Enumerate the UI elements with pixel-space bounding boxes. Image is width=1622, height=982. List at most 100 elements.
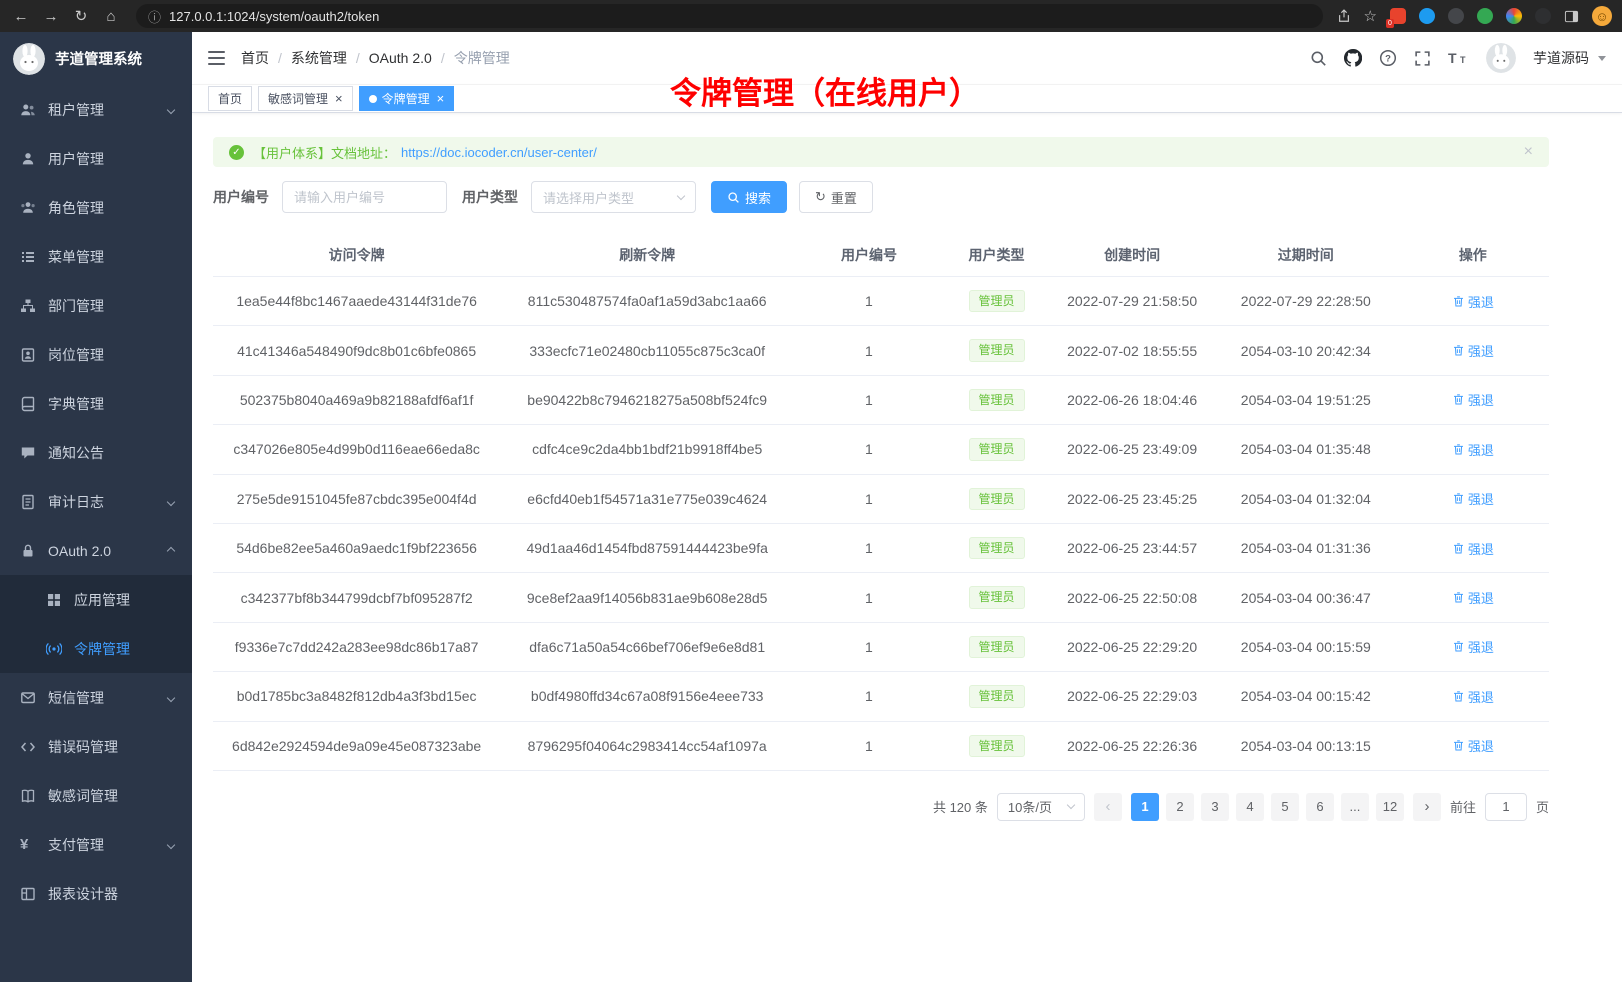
- force-logout-button[interactable]: 强退: [1452, 489, 1494, 508]
- extension-paw-icon[interactable]: [1535, 8, 1551, 24]
- cell-user-type: 管理员: [944, 277, 1050, 326]
- hamburger-icon[interactable]: [208, 51, 225, 65]
- close-icon[interactable]: ×: [437, 92, 445, 105]
- page-button-6[interactable]: 6: [1306, 793, 1334, 821]
- force-logout-label: 强退: [1468, 489, 1494, 508]
- cell-access-token: 41c41346a548490f9dc8b01c6bfe0865: [213, 326, 500, 375]
- page-button-4[interactable]: 4: [1236, 793, 1264, 821]
- force-logout-button[interactable]: 强退: [1452, 687, 1494, 706]
- sidebar-item-oauth2-app[interactable]: 应用管理: [0, 575, 192, 624]
- sidebar-item-label: 角色管理: [48, 198, 104, 218]
- user-type-select[interactable]: 请选择用户类型: [531, 181, 696, 213]
- sidebar-item-post[interactable]: 岗位管理: [0, 330, 192, 379]
- sidebar-item-oauth2-token[interactable]: 令牌管理: [0, 624, 192, 673]
- sidebar-item-report-designer[interactable]: 报表设计器: [0, 869, 192, 918]
- user-avatar[interactable]: [1486, 43, 1516, 73]
- topbar: 首页/系统管理/OAuth 2.0/令牌管理 ? TT: [192, 32, 1622, 85]
- fullscreen-icon[interactable]: [1414, 50, 1431, 67]
- search-button[interactable]: 搜索: [711, 181, 787, 213]
- sidebar-item-menu[interactable]: 菜单管理: [0, 232, 192, 281]
- sidebar-item-user[interactable]: 用户管理: [0, 134, 192, 183]
- sidebar-item-audit-log[interactable]: 审计日志: [0, 477, 192, 526]
- search-icon[interactable]: [1310, 50, 1327, 67]
- sidebar-item-error-code[interactable]: 错误码管理: [0, 722, 192, 771]
- breadcrumb-system[interactable]: 系统管理: [291, 48, 347, 68]
- home-icon[interactable]: ⌂: [100, 8, 122, 25]
- extension-colorful-icon[interactable]: [1506, 8, 1522, 24]
- force-logout-button[interactable]: 强退: [1452, 341, 1494, 360]
- sidebar-item-pay[interactable]: ¥支付管理: [0, 820, 192, 869]
- back-icon[interactable]: ←: [10, 8, 32, 25]
- close-icon[interactable]: ×: [335, 92, 343, 105]
- tab-sensitive-word[interactable]: 敏感词管理×: [258, 86, 353, 111]
- reload-icon[interactable]: ↻: [70, 7, 92, 25]
- user-id-label: 用户编号: [213, 187, 269, 207]
- page-button-2[interactable]: 2: [1166, 793, 1194, 821]
- cell-user-type: 管理员: [944, 721, 1050, 770]
- chevron-down-icon: [167, 105, 175, 113]
- tab-home[interactable]: 首页: [208, 86, 252, 111]
- breadcrumb-home[interactable]: 首页: [241, 48, 269, 68]
- cell-expire-time: 2054-03-04 19:51:25: [1215, 375, 1397, 424]
- force-logout-button[interactable]: 强退: [1452, 637, 1494, 656]
- sidebar-item-label: 部门管理: [48, 296, 104, 316]
- forward-icon[interactable]: →: [40, 8, 62, 25]
- cell-actions: 强退: [1397, 721, 1549, 770]
- cell-create-time: 2022-06-25 23:44:57: [1049, 523, 1215, 572]
- user-type-tag: 管理员: [969, 636, 1025, 658]
- force-logout-button[interactable]: 强退: [1452, 390, 1494, 409]
- github-icon[interactable]: [1344, 49, 1362, 67]
- bookmark-star-icon[interactable]: ☆: [1364, 7, 1377, 25]
- breadcrumb-oauth2[interactable]: OAuth 2.0: [369, 50, 432, 66]
- goto-page-input[interactable]: [1485, 793, 1527, 821]
- page-button-1[interactable]: 1: [1131, 793, 1159, 821]
- page-button-12[interactable]: 12: [1376, 793, 1404, 821]
- extension-dark-icon[interactable]: [1448, 8, 1464, 24]
- sidebar-item-notice[interactable]: 通知公告: [0, 428, 192, 477]
- sidebar-item-label: 支付管理: [48, 835, 104, 855]
- sidebar-item-tenant[interactable]: 租户管理: [0, 85, 192, 134]
- user-id-input[interactable]: [282, 181, 447, 213]
- tab-token[interactable]: 令牌管理×: [359, 86, 455, 111]
- force-logout-button[interactable]: 强退: [1452, 539, 1494, 558]
- app-title: 芋道管理系统: [55, 48, 142, 69]
- force-logout-button[interactable]: 强退: [1452, 440, 1494, 459]
- user-type-label: 用户类型: [462, 187, 518, 207]
- font-size-icon[interactable]: TT: [1448, 50, 1469, 66]
- sidebar-item-dict[interactable]: 字典管理: [0, 379, 192, 428]
- alert-close-icon[interactable]: ×: [1524, 143, 1533, 161]
- sidebar-item-sensitive-word[interactable]: 敏感词管理: [0, 771, 192, 820]
- force-logout-button[interactable]: 强退: [1452, 736, 1494, 755]
- page-size-select[interactable]: 10条/页: [997, 793, 1085, 821]
- browser-profile-avatar[interactable]: ☺: [1592, 6, 1612, 26]
- sidebar-item-dept[interactable]: 部门管理: [0, 281, 192, 330]
- help-icon[interactable]: ?: [1379, 49, 1397, 67]
- cell-actions: 强退: [1397, 523, 1549, 572]
- chevron-down-icon[interactable]: [1598, 56, 1606, 61]
- user-name[interactable]: 芋道源码: [1533, 48, 1589, 68]
- cell-access-token: b0d1785bc3a8482f812db4a3f3bd15ec: [213, 672, 500, 721]
- prev-page-button[interactable]: ‹: [1094, 793, 1122, 821]
- extension-adblock-icon[interactable]: 0: [1390, 8, 1406, 24]
- sidebar-item-oauth2[interactable]: OAuth 2.0: [0, 526, 192, 575]
- extension-green-icon[interactable]: [1477, 8, 1493, 24]
- sidebar-item-label: 用户管理: [48, 149, 104, 169]
- page-button-3[interactable]: 3: [1201, 793, 1229, 821]
- url-bar[interactable]: ⓘ 127.0.0.1:1024/system/oauth2/token: [136, 4, 1323, 28]
- page-button-5[interactable]: 5: [1271, 793, 1299, 821]
- share-icon[interactable]: [1337, 9, 1351, 23]
- alert-doc-link[interactable]: https://doc.iocoder.cn/user-center/: [401, 145, 597, 160]
- page-suffix: 页: [1536, 797, 1549, 816]
- force-logout-button[interactable]: 强退: [1452, 588, 1494, 607]
- site-info-icon[interactable]: ⓘ: [148, 7, 161, 26]
- force-logout-button[interactable]: 强退: [1452, 292, 1494, 311]
- sidebar-panel-icon[interactable]: [1564, 9, 1579, 24]
- cell-actions: 强退: [1397, 277, 1549, 326]
- app-logo[interactable]: 芋道管理系统: [0, 32, 192, 85]
- extension-blue-icon[interactable]: [1419, 8, 1435, 24]
- sidebar-item-sms[interactable]: 短信管理: [0, 673, 192, 722]
- page-ellipsis[interactable]: ...: [1341, 793, 1369, 821]
- reset-button[interactable]: ↻ 重置: [799, 181, 873, 213]
- sidebar-item-role[interactable]: 角色管理: [0, 183, 192, 232]
- next-page-button[interactable]: ›: [1413, 793, 1441, 821]
